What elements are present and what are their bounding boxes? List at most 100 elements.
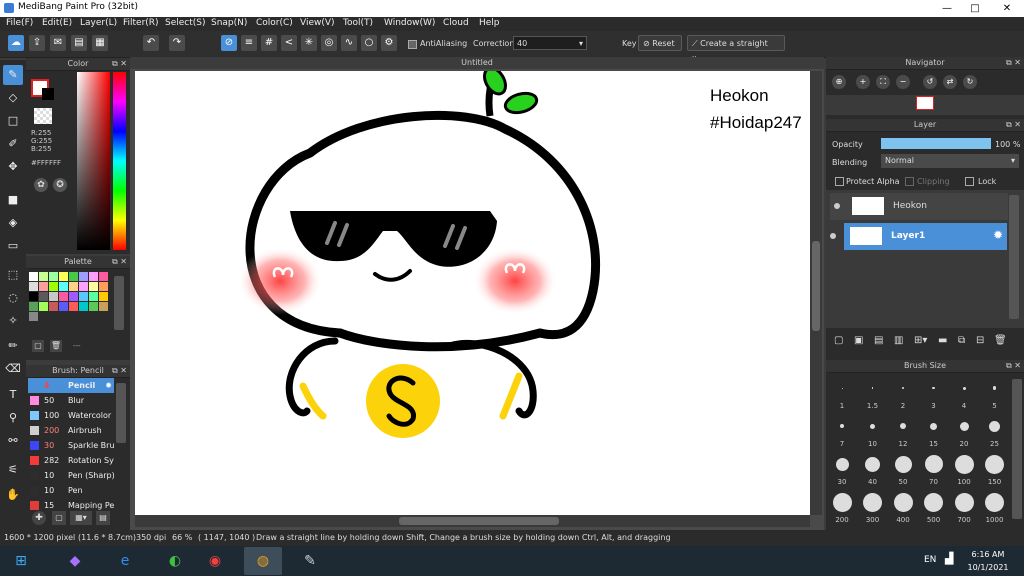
palette-swatch[interactable] <box>99 292 108 301</box>
duplicate-layer-icon[interactable]: ⧉ <box>958 335 965 346</box>
brush-item[interactable]: 15 Mapping Pen <box>28 498 114 510</box>
palette-swatch[interactable] <box>59 282 68 291</box>
palette-swatch[interactable] <box>49 272 58 281</box>
snap-off-icon[interactable]: ⊘ <box>221 35 237 51</box>
brush-size-option[interactable]: 3 <box>920 375 948 410</box>
brush-size-option[interactable]: 300 <box>859 489 887 524</box>
lasso-tool-icon[interactable]: ◌ <box>3 288 23 308</box>
brush-item[interactable]: 50 Blur <box>28 393 114 408</box>
chrome-icon[interactable]: ◉ <box>196 547 234 575</box>
brush-size-option[interactable]: 40 <box>859 451 887 486</box>
medibang-app-icon[interactable]: ◍ <box>244 547 282 575</box>
palette-swatch[interactable] <box>59 302 68 311</box>
visibility-icon[interactable] <box>830 233 836 239</box>
opacity-slider[interactable] <box>881 138 991 149</box>
trash-icon[interactable]: 🗑 <box>50 340 62 352</box>
palette-swatch[interactable] <box>39 302 48 311</box>
folder-icon[interactable]: ▬ <box>938 335 947 346</box>
palette-swatch[interactable] <box>79 272 88 281</box>
dot-tool-icon[interactable]: ✐ <box>3 134 23 154</box>
layers-icon[interactable]: ▤ <box>71 35 87 51</box>
palette-swatch[interactable] <box>69 302 78 311</box>
brush-size-option[interactable]: 400 <box>889 489 917 524</box>
lock-checkbox[interactable] <box>965 177 974 186</box>
new-1bit-layer-icon[interactable]: ▥ <box>894 335 903 346</box>
palette-swatch[interactable] <box>59 292 68 301</box>
menu-layer[interactable]: Layer(L) <box>80 18 117 28</box>
palette-swatch[interactable] <box>29 302 38 311</box>
palette-swatch[interactable] <box>89 272 98 281</box>
layer-scrollbar[interactable] <box>1009 195 1019 319</box>
vanishing-snap-icon[interactable]: < <box>281 35 297 51</box>
comment-icon[interactable]: ✉ <box>50 35 66 51</box>
panel-float-icon[interactable]: ⧉ ✕ <box>1006 360 1021 372</box>
brush-size-scrollbar[interactable] <box>1012 379 1022 519</box>
palette-swatch[interactable] <box>79 292 88 301</box>
background-color-swatch[interactable] <box>42 88 54 100</box>
panel-float-icon[interactable]: ⧉ ✕ <box>112 58 127 70</box>
snap-settings-icon[interactable]: ⚙ <box>381 35 397 51</box>
fill-rect-tool-icon[interactable]: ■ <box>3 190 23 210</box>
hand-tool-icon[interactable]: ✋ <box>3 485 23 505</box>
brush-item[interactable]: 4 Pencil ✹ <box>28 378 114 393</box>
palette-swatch[interactable] <box>39 292 48 301</box>
color-picker-icon[interactable]: ✪ <box>53 178 67 192</box>
layer-row[interactable]: Heokon <box>830 193 1008 220</box>
document-icon[interactable]: ▦ <box>92 35 108 51</box>
navigator-thumbnail[interactable] <box>916 96 934 110</box>
redo-icon[interactable]: ↷ <box>169 35 185 51</box>
menu-snap[interactable]: Snap(N) <box>211 18 247 28</box>
clock[interactable]: 6:16 AM 10/1/2021 <box>960 548 1016 574</box>
new-halftone-layer-icon[interactable]: ▣ <box>854 335 863 346</box>
menu-filter[interactable]: Filter(R) <box>123 18 159 28</box>
menu-window[interactable]: Window(W) <box>384 18 435 28</box>
palette-swatch[interactable] <box>89 282 98 291</box>
palette-swatch[interactable] <box>59 272 68 281</box>
brush-menu-icon[interactable]: ▦▾ <box>70 511 92 525</box>
brush-size-option[interactable]: 7 <box>828 413 856 448</box>
brush-size-option[interactable]: 12 <box>889 413 917 448</box>
brush-size-option[interactable]: 25 <box>981 413 1009 448</box>
paint-app-icon[interactable]: ✎ <box>291 547 329 575</box>
panel-float-icon[interactable]: ⧉ ✕ <box>1006 119 1021 131</box>
straight-line-button[interactable]: ⟋ Create a straight line <box>687 35 785 64</box>
brush-size-option[interactable]: 20 <box>950 413 978 448</box>
text-tool-icon[interactable]: T <box>3 385 23 405</box>
copy-brush-icon[interactable]: ▢ <box>52 511 66 525</box>
palette-swatch[interactable] <box>69 292 78 301</box>
circle-snap-icon[interactable]: ○ <box>361 35 377 51</box>
radial-snap-icon[interactable]: ✳ <box>301 35 317 51</box>
brush-item[interactable]: 200 Airbrush <box>28 423 114 438</box>
brush-size-option[interactable]: 2 <box>889 375 917 410</box>
brush-item[interactable]: 10 Pen (Sharp) <box>28 468 114 483</box>
brush-size-option[interactable]: 70 <box>920 451 948 486</box>
panel-float-icon[interactable]: ⧉ ✕ <box>112 256 127 268</box>
clipping-checkbox[interactable] <box>905 177 914 186</box>
vertical-scroll-thumb[interactable] <box>812 241 820 331</box>
operation-tool-icon[interactable]: ⚲ <box>3 408 23 428</box>
eraser-tool-icon[interactable]: ◇ <box>3 88 23 108</box>
cloud-icon[interactable]: ☁ <box>8 35 24 51</box>
palette-grid[interactable] <box>29 272 113 327</box>
palette-swatch[interactable] <box>99 302 108 311</box>
brush-size-option[interactable]: 1 <box>828 375 856 410</box>
fit-window-icon[interactable]: ⛶ <box>876 75 890 89</box>
brush-item[interactable]: 282 Rotation Sym <box>28 453 114 468</box>
palette-swatch[interactable] <box>89 302 98 311</box>
brush-size-option[interactable]: 1.5 <box>859 375 887 410</box>
palette-scrollbar[interactable] <box>114 276 124 330</box>
protect-alpha-checkbox[interactable] <box>835 177 844 186</box>
saturation-value-field[interactable] <box>77 72 110 250</box>
coccoc-browser-icon[interactable]: ◐ <box>156 547 194 575</box>
menu-select[interactable]: Select(S) <box>165 18 206 28</box>
brush-size-option[interactable]: 10 <box>859 413 887 448</box>
brush-scrollbar[interactable] <box>116 383 126 443</box>
transparent-color-swatch[interactable] <box>34 108 52 124</box>
gradient-tool-icon[interactable]: ▭ <box>3 236 23 256</box>
select-eraser-icon[interactable]: ⌫ <box>3 359 23 379</box>
document-tab[interactable]: Untitled <box>130 57 824 69</box>
palette-swatch[interactable] <box>89 292 98 301</box>
zoom-reset-icon[interactable]: ⊕ <box>832 75 846 89</box>
new-layer-icon[interactable]: ▢ <box>834 335 843 346</box>
brush-size-option[interactable]: 15 <box>920 413 948 448</box>
